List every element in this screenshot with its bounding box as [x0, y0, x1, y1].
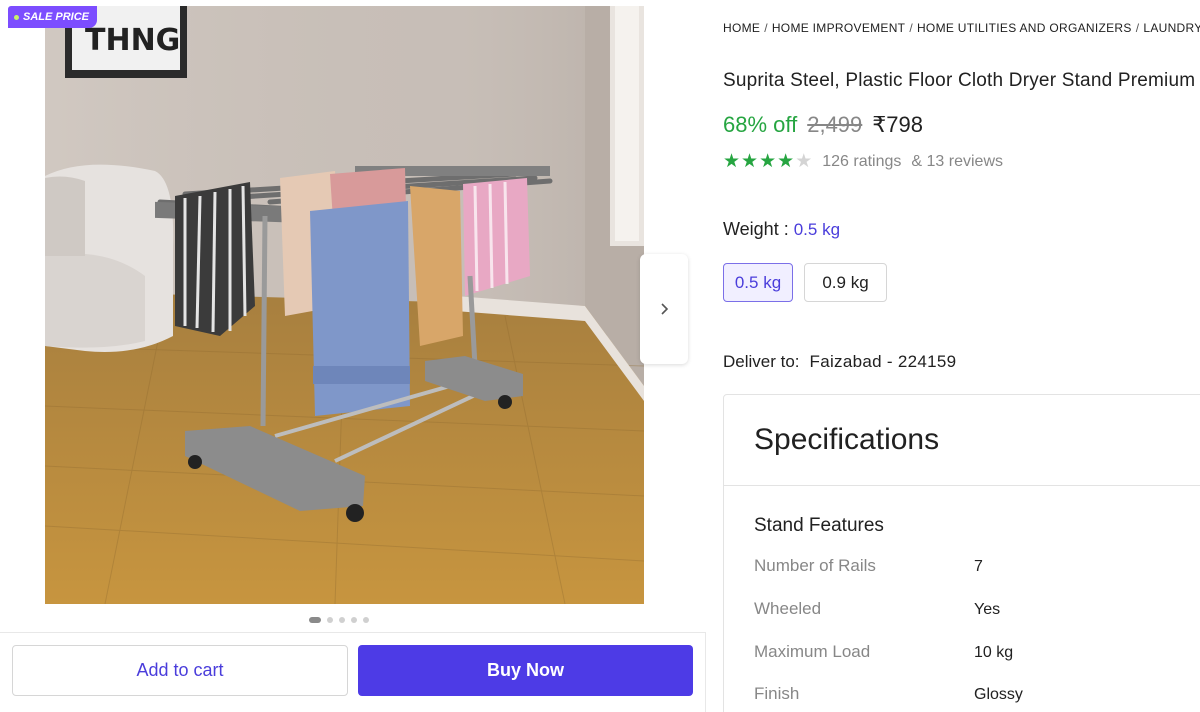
breadcrumb-separator: / — [909, 21, 913, 35]
original-price: 2,499 — [807, 112, 863, 137]
buy-now-button[interactable]: Buy Now — [358, 645, 693, 696]
star-icon: ★ — [777, 151, 795, 172]
star-icon: ★ — [759, 151, 777, 172]
next-image-button[interactable] — [640, 254, 688, 364]
breadcrumb-separator: / — [764, 21, 768, 35]
spec-section-title: Stand Features — [754, 515, 884, 536]
spec-key: Maximum Load — [754, 642, 871, 661]
sale-price-label: SALE PRICE — [23, 11, 90, 23]
star-icon: ★ — [741, 151, 759, 172]
price-row: 68% off 2,499 ₹798 — [723, 112, 923, 138]
weight-option-0-5kg[interactable]: 0.5 kg — [723, 263, 793, 302]
rating-row: ★ ★ ★ ★ ★ 126 ratings & 13 reviews — [723, 152, 1003, 171]
delivery-pincode[interactable]: Faizabad - 224159 — [810, 352, 957, 372]
ratings-count[interactable]: 126 ratings — [822, 153, 901, 171]
weight-selected-value: 0.5 kg — [793, 220, 841, 239]
star-icon: ★ — [723, 151, 741, 172]
specifications-card: Specifications Stand Features Number of … — [723, 394, 1200, 712]
pagination-dot[interactable] — [339, 617, 345, 623]
weight-options: 0.5 kg 0.9 kg — [723, 263, 887, 302]
star-rating: ★ ★ ★ ★ ★ — [723, 152, 812, 171]
purchase-action-bar: Add to cart Buy Now — [0, 632, 706, 712]
weight-label: Weight : 0.5 kg — [723, 219, 840, 240]
weight-label-text: Weight : — [723, 219, 789, 239]
deliver-to-label: Deliver to: — [723, 352, 800, 371]
breadcrumb: HOME / HOME IMPROVEMENT / HOME UTILITIES AND… — [723, 21, 1200, 35]
pagination-dot[interactable] — [363, 617, 369, 623]
product-title: Suprita Steel, Plastic Floor Cloth Dryer… — [723, 70, 1196, 91]
add-to-cart-button[interactable]: Add to cart — [12, 645, 348, 696]
spec-key: Finish — [754, 684, 800, 703]
spec-key: Wheeled — [754, 599, 822, 618]
chevron-right-icon — [661, 303, 669, 315]
breadcrumb-item-laundry[interactable]: LAUNDRY — [1143, 21, 1200, 35]
sale-price-badge: SALE PRICE — [8, 6, 98, 28]
delivery-location: Deliver to: Faizabad - 224159 — [723, 352, 956, 372]
breadcrumb-separator: / — [1135, 21, 1140, 35]
spec-value: 10 kg — [974, 644, 1014, 661]
discount-percent: 68% off — [723, 112, 798, 137]
badge-dot-icon — [14, 14, 19, 20]
image-pagination-dots — [309, 617, 369, 623]
cloth-dryer-stand-photo: THNG — [45, 6, 644, 604]
reviews-count[interactable]: & 13 reviews — [911, 153, 1003, 171]
pagination-dot[interactable] — [351, 617, 357, 623]
product-gallery: SALE PRICE THNG Add to cart Buy Now — [0, 0, 706, 712]
pagination-dot[interactable] — [327, 617, 333, 623]
selling-price: ₹798 — [872, 112, 923, 137]
breadcrumb-item-home[interactable]: HOME — [723, 21, 760, 35]
pagination-dot[interactable] — [309, 617, 321, 623]
spec-value: Glossy — [974, 686, 1023, 703]
spec-value: 7 — [974, 558, 983, 575]
spec-value: Yes — [974, 601, 1001, 618]
specifications-heading: Specifications — [724, 395, 1200, 486]
breadcrumb-item-home-utilities[interactable]: HOME UTILITIES AND ORGANIZERS — [917, 21, 1132, 35]
weight-option-0-9kg[interactable]: 0.9 kg — [804, 263, 887, 302]
star-empty-icon: ★ — [795, 151, 813, 172]
breadcrumb-item-home-improvement[interactable]: HOME IMPROVEMENT — [772, 21, 905, 35]
product-details: HOME / HOME IMPROVEMENT / HOME UTILITIES AND… — [723, 0, 1200, 712]
svg-text:THNG: THNG — [85, 23, 180, 58]
product-image[interactable]: THNG — [45, 6, 644, 604]
spec-key: Number of Rails — [754, 556, 876, 575]
